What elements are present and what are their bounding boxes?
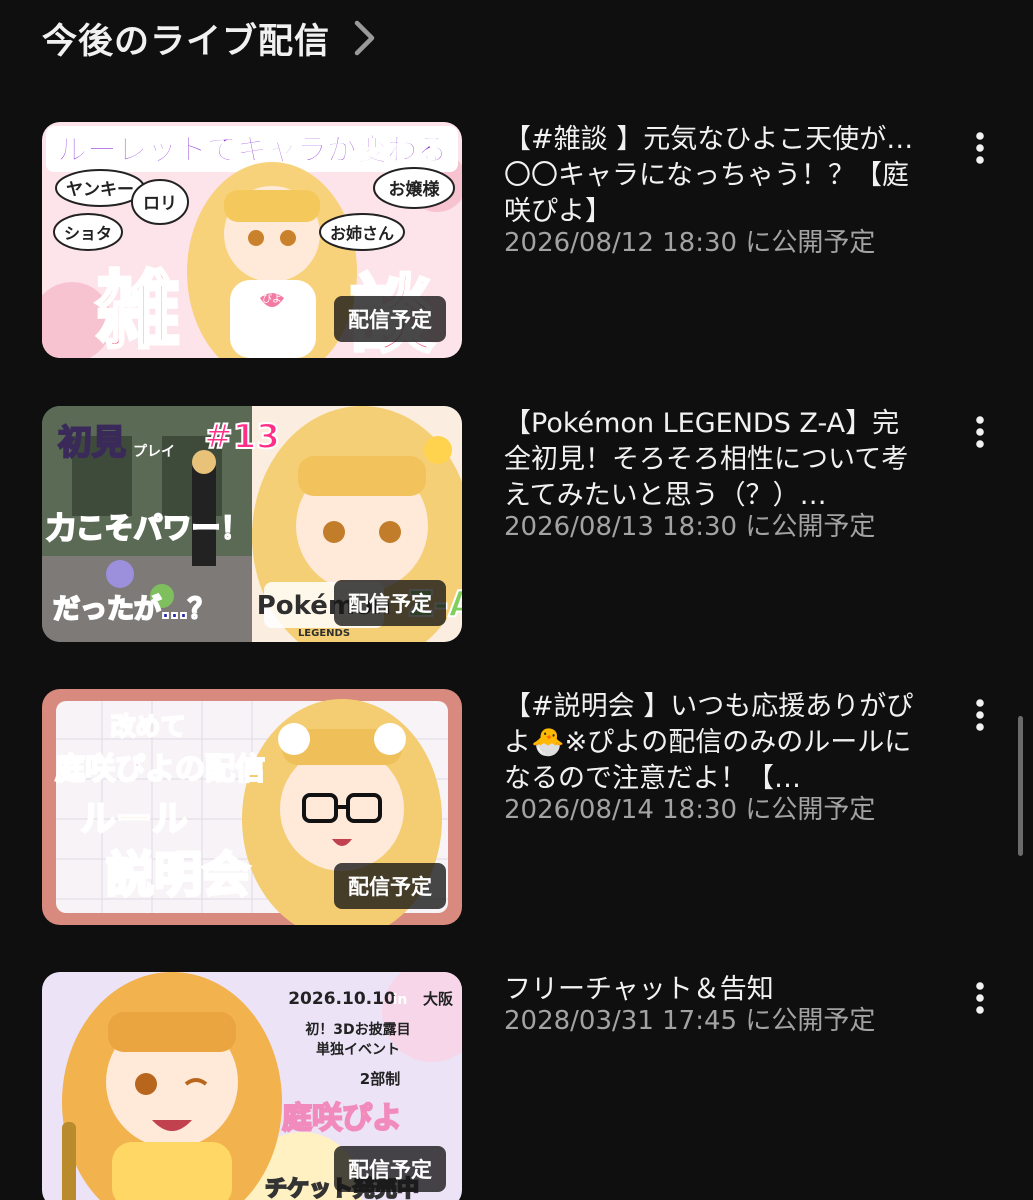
upcoming-badge: 配信予定 (334, 1146, 446, 1192)
video-thumbnail[interactable]: 改めて 庭咲ぴよの配信 ルール 説明会 配信予定 (42, 689, 462, 925)
thumb-name: 庭咲ぴよ (282, 1101, 402, 1136)
upcoming-badge: 配信予定 (334, 296, 446, 342)
thumb-date-in: in (393, 992, 408, 1008)
thumb-episode: #13 (204, 417, 280, 457)
section-title: 今後のライブ配信 (42, 21, 331, 62)
thumb-line2: 庭咲ぴよの配信 (55, 752, 265, 787)
scheduled-time: 2026/08/13 18:30 に公開予定 (504, 512, 876, 542)
thumb-corner-small: プレイ (133, 444, 175, 460)
thumb-bubble-4: お姉さん (330, 224, 394, 243)
chevron-right-icon (354, 20, 375, 56)
upcoming-live-page: 今後のライブ配信 ルーレットでキャラが変わる ぴよ ヤンキー ロリ ショタ お姉… (0, 0, 1033, 1200)
thumb-date: 2026.10.10 (288, 989, 396, 1009)
more-vert-icon[interactable] (962, 128, 998, 168)
scrollbar-thumb[interactable] (1018, 716, 1023, 856)
scheduled-time: 2026/08/14 18:30 に公開予定 (504, 795, 876, 825)
thumb-line2: だったが…？ (53, 593, 215, 625)
thumb-heart-text: ぴよ (262, 293, 282, 305)
thumb-bubble-2: ロリ (143, 194, 177, 214)
thumb-bubble-3: ショタ (64, 224, 112, 243)
thumb-logo-sub: LEGENDS (298, 628, 350, 639)
thumb-corner: 初見 (58, 423, 126, 463)
thumb-l2: 単独イベント (316, 1041, 400, 1058)
video-title[interactable]: フリーチャット＆告知 (504, 972, 924, 1008)
video-title[interactable]: 【#説明会 】いつも応援ありがぴよ🐣※ぴよの配信のみのルールになるので注意だよ！… (504, 689, 924, 797)
video-item[interactable]: 2026.10.10 in 大阪 初！3Dお披露目 単独イベント 2部制 庭咲ぴ… (0, 972, 1033, 1200)
scheduled-time: 2028/03/31 17:45 に公開予定 (504, 1006, 876, 1036)
thumb-line1: 改めて (110, 712, 185, 741)
upcoming-badge: 配信予定 (334, 863, 446, 909)
thumb-line3: ルール (80, 799, 188, 840)
scheduled-time: 2026/08/12 18:30 に公開予定 (504, 228, 876, 258)
video-title[interactable]: 【Pokémon LEGENDS Z-A】完全初見！そろそろ相性について考えてみ… (504, 406, 924, 514)
video-item[interactable]: ルーレットでキャラが変わる ぴよ ヤンキー ロリ ショタ お姉さん お嬢様 雑 … (0, 122, 1033, 362)
video-thumbnail[interactable]: ルーレットでキャラが変わる ぴよ ヤンキー ロリ ショタ お姉さん お嬢様 雑 … (42, 122, 462, 358)
video-thumbnail[interactable]: 初見 プレイ #13 力こそパワー！ だったが…？ Pokémon LEGEND… (42, 406, 462, 642)
video-item[interactable]: 初見 プレイ #13 力こそパワー！ だったが…？ Pokémon LEGEND… (0, 406, 1033, 646)
section-header-upcoming-live[interactable]: 今後のライブ配信 (42, 10, 378, 66)
more-vert-icon[interactable] (962, 412, 998, 452)
thumb-l1: 初！3Dお披露目 (305, 1021, 410, 1038)
thumb-banner: ルーレットでキャラが変わる (57, 133, 447, 168)
thumb-place: 大阪 (423, 990, 454, 1008)
thumb-l3: 2部制 (360, 1070, 400, 1088)
video-thumbnail[interactable]: 2026.10.10 in 大阪 初！3Dお披露目 単独イベント 2部制 庭咲ぴ… (42, 972, 462, 1200)
video-title[interactable]: 【#雑談 】元気なひよこ天使が…〇〇キャラになっちゃう！？【庭咲ぴよ】 (504, 122, 924, 230)
more-vert-icon[interactable] (962, 695, 998, 735)
video-item[interactable]: 改めて 庭咲ぴよの配信 ルール 説明会 配信予定 【#説明会 】いつも応援ありが… (0, 689, 1033, 929)
thumb-big-left: 雑 (95, 262, 180, 358)
more-vert-icon[interactable] (962, 978, 998, 1018)
thumb-line4: 説明会 (106, 847, 250, 903)
thumb-bubble-1: ヤンキー (66, 180, 134, 200)
thumb-line1: 力こそパワー！ (46, 511, 249, 545)
thumb-bubble-5: お嬢様 (389, 179, 441, 200)
upcoming-badge: 配信予定 (334, 580, 446, 626)
